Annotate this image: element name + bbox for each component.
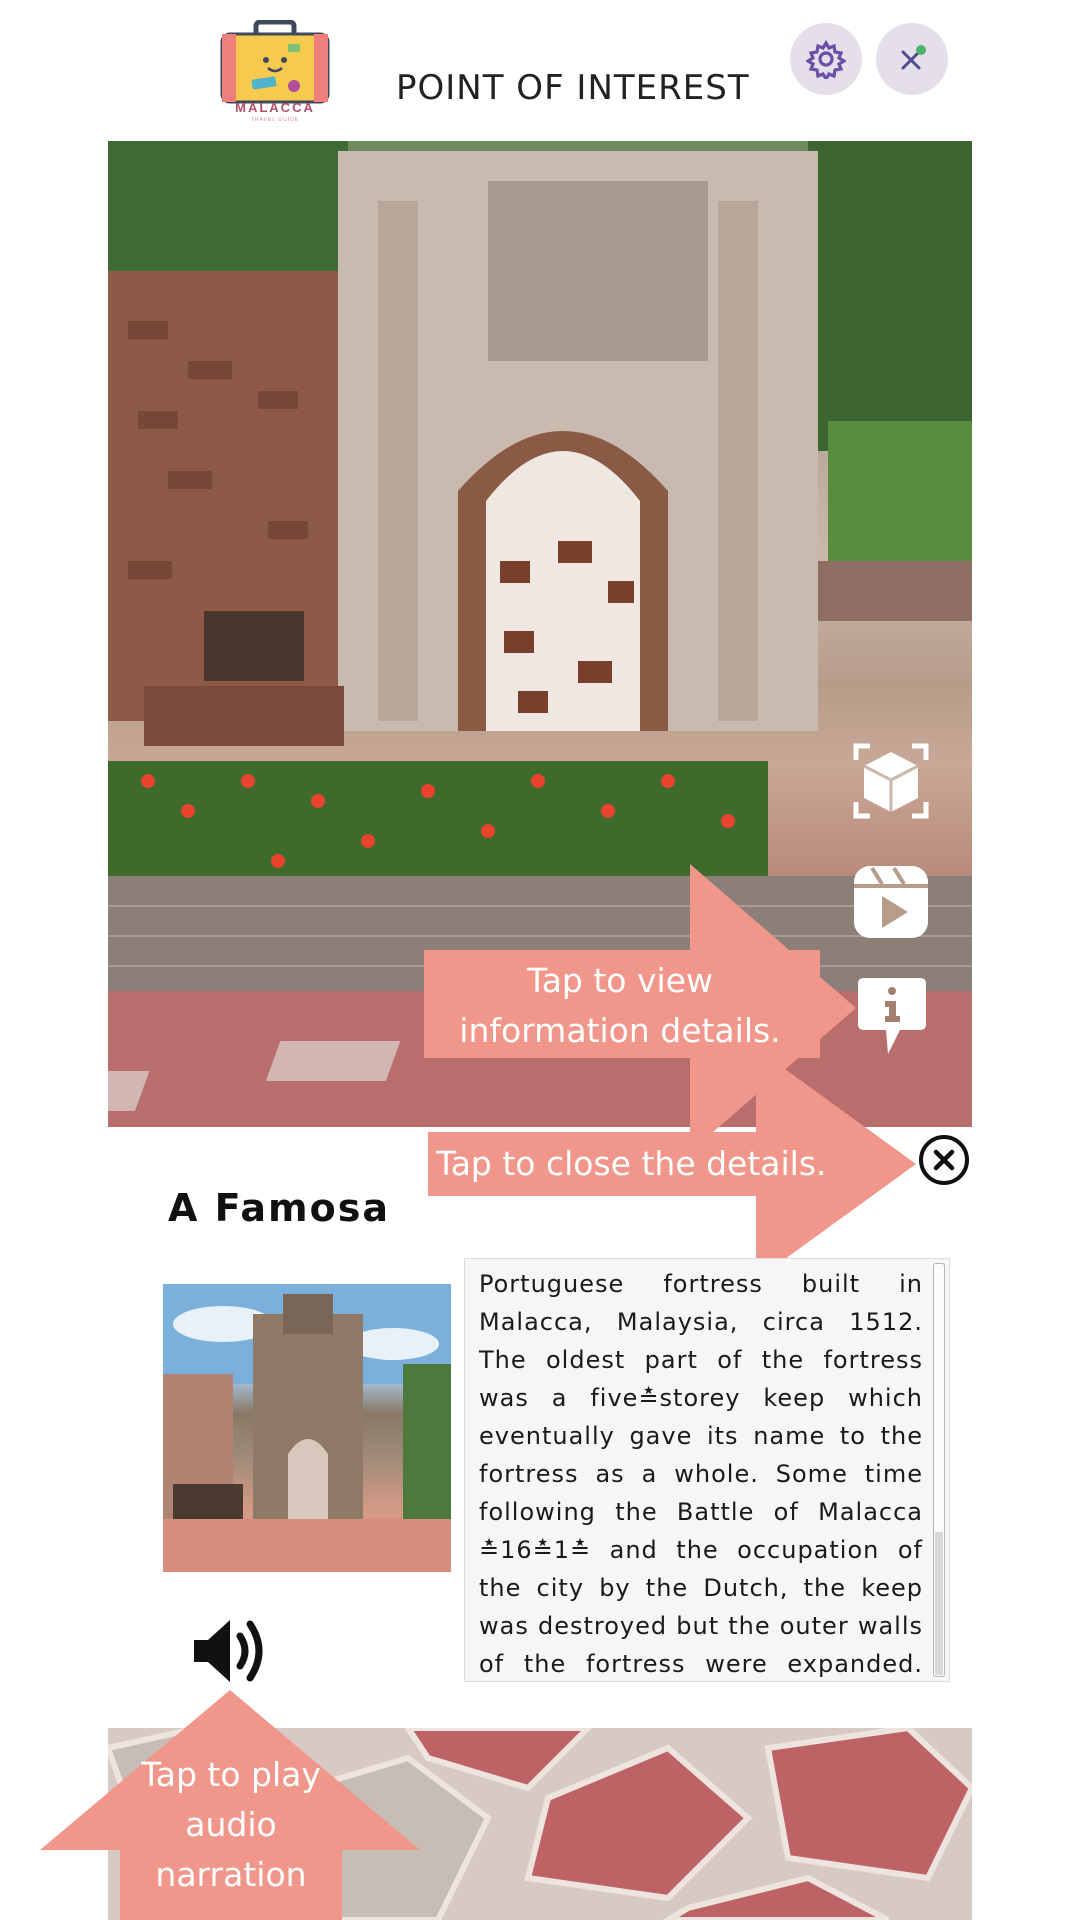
ar-cube-icon <box>853 743 929 819</box>
logo-subtext: TRAVEL GUIDE <box>250 117 300 123</box>
tools-icon <box>901 45 926 70</box>
logo-text: MALACCA <box>235 100 315 115</box>
close-circle-icon <box>919 1135 969 1185</box>
scrollbar-thumb[interactable] <box>935 1532 943 1675</box>
description-scroll-box[interactable]: Portuguese fortress built in Malacca, Ma… <box>464 1258 950 1682</box>
description-scrollbar[interactable] <box>933 1263 945 1677</box>
speaker-icon <box>194 1620 263 1682</box>
tools-button[interactable] <box>876 23 948 95</box>
page-title: POINT OF INTEREST <box>396 68 750 108</box>
info-bubble-icon <box>858 978 926 1054</box>
gear-icon <box>806 39 846 79</box>
settings-button[interactable] <box>790 23 862 95</box>
info-callout-text: Tap to view information details. <box>459 961 781 1050</box>
video-play-icon <box>854 866 928 938</box>
audio-narration-button[interactable] <box>190 1616 268 1686</box>
audio-callout-text: Tap to play audio narration <box>141 1755 321 1894</box>
ar-view-button[interactable] <box>852 742 930 820</box>
info-button[interactable] <box>856 976 928 1056</box>
app-logo: MALACCA TRAVEL GUIDE <box>218 19 332 124</box>
video-button[interactable] <box>852 860 930 940</box>
close-details-button[interactable] <box>918 1134 970 1186</box>
close-callout-text: Tap to close the details. <box>436 1144 827 1183</box>
poi-description: Portuguese fortress built in Malacca, Ma… <box>479 1270 923 1678</box>
poi-thumbnail <box>163 1284 451 1572</box>
poi-name: A Famosa <box>168 1186 390 1230</box>
